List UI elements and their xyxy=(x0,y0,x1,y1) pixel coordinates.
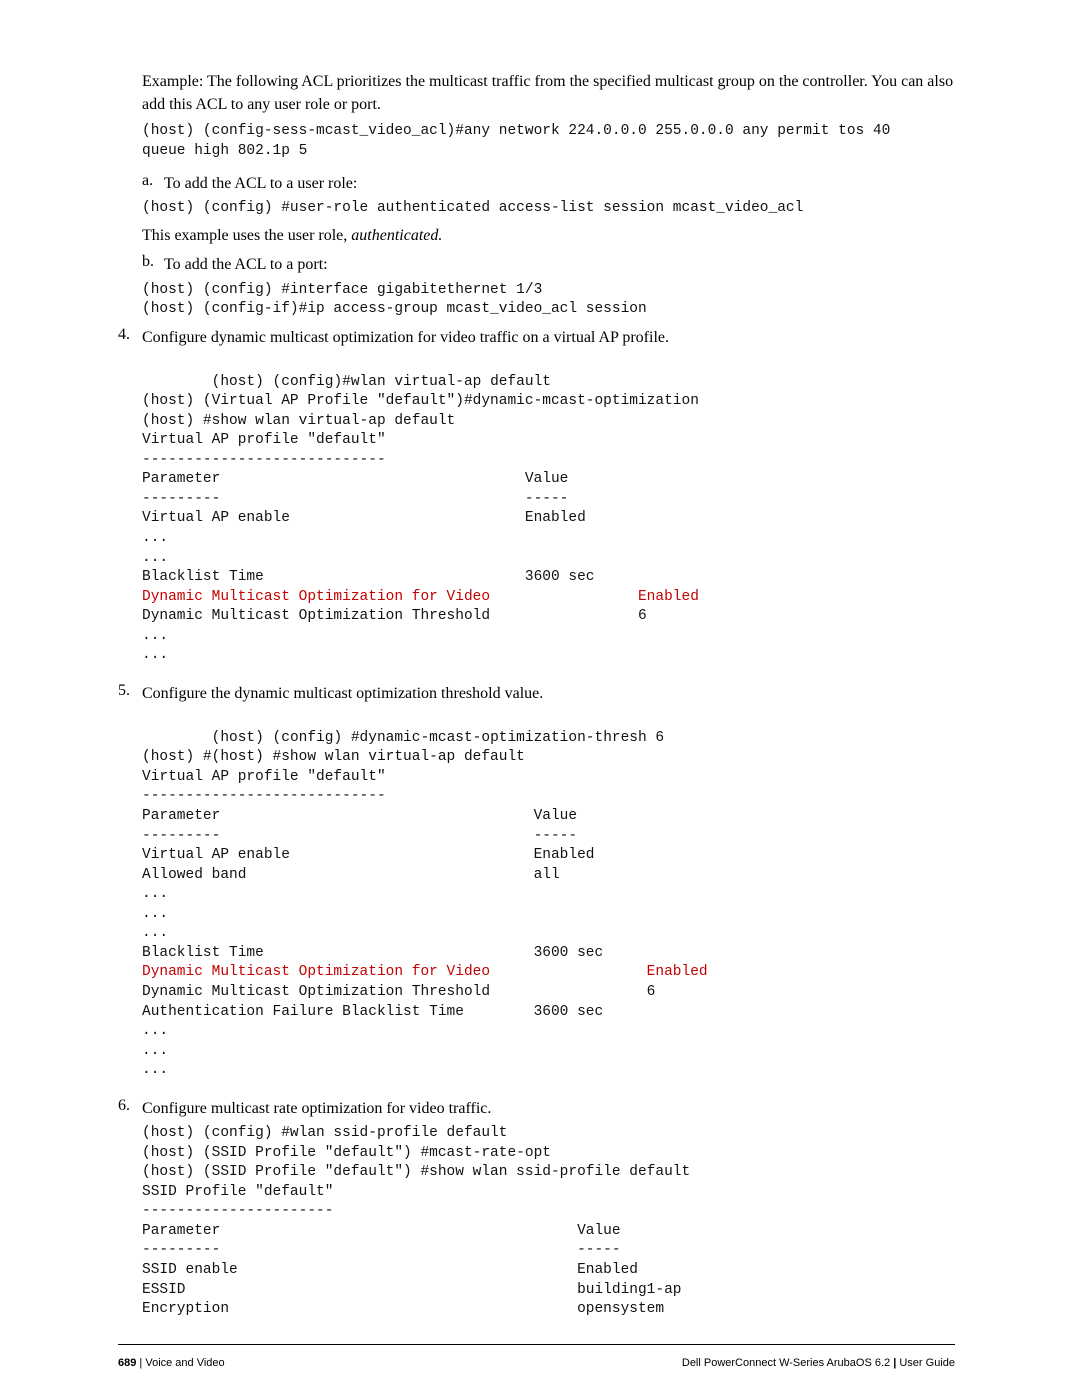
code-acl-example: (host) (config-sess-mcast_video_acl)#any… xyxy=(142,122,960,161)
step-5-code-b: Dynamic Multicast Optimization Threshold… xyxy=(142,984,655,1078)
step-6: 6. Configure multicast rate optimization… xyxy=(118,1097,960,1330)
code-user-role: (host) (config) #user-role authenticated… xyxy=(142,199,960,219)
code-port: (host) (config) #interface gigabitethern… xyxy=(142,281,960,320)
substep-a-text: To add the ACL to a user role: xyxy=(164,172,357,195)
step-4-text: Configure dynamic multicast optimization… xyxy=(142,326,960,349)
step-4-code-red: Dynamic Multicast Optimization for Video… xyxy=(142,589,699,605)
step-5-text: Configure the dynamic multicast optimiza… xyxy=(142,682,960,705)
para-authenticated: This example uses the user role, authent… xyxy=(142,224,960,247)
footer-sep1: | xyxy=(139,1357,142,1369)
step-4: 4. Configure dynamic multicast optimizat… xyxy=(118,326,960,676)
para-auth-pre: This example uses the user role, xyxy=(142,227,351,244)
substep-b: b. To add the ACL to a port: xyxy=(142,253,960,276)
step-4-code-b: Dynamic Multicast Optimization Threshold… xyxy=(142,608,647,663)
step-4-code-a: (host) (config)#wlan virtual-ap default … xyxy=(142,374,699,586)
page-footer: 689 | Voice and Video Dell PowerConnect … xyxy=(118,1357,955,1369)
step-5-code-a: (host) (config) #dynamic-mcast-optimizat… xyxy=(142,730,664,961)
footer-right: Dell PowerConnect W-Series ArubaOS 6.2 |… xyxy=(682,1357,955,1369)
para-example-intro: Example: The following ACL prioritizes t… xyxy=(142,70,960,116)
substep-a-label: a. xyxy=(142,172,164,190)
substep-a: a. To add the ACL to a user role: xyxy=(142,172,960,195)
substep-b-label: b. xyxy=(142,253,164,271)
step-5-num: 5. xyxy=(118,682,142,700)
footer-left: 689 | Voice and Video xyxy=(118,1357,225,1369)
substep-b-text: To add the ACL to a port: xyxy=(164,253,328,276)
para-auth-em: authenticated. xyxy=(351,227,442,244)
footer-page-no: 689 xyxy=(118,1357,136,1369)
document-page: Example: The following ACL prioritizes t… xyxy=(0,0,1080,1397)
step-4-num: 4. xyxy=(118,326,142,344)
step-5: 5. Configure the dynamic multicast optim… xyxy=(118,682,960,1091)
step-5-code-red: Dynamic Multicast Optimization for Video… xyxy=(142,964,708,980)
footer-sep2: | xyxy=(893,1357,896,1369)
footer-product: Dell PowerConnect W-Series ArubaOS 6.2 xyxy=(682,1357,890,1369)
footer-divider xyxy=(118,1344,955,1345)
footer-section: Voice and Video xyxy=(145,1357,224,1369)
step-6-text: Configure multicast rate optimization fo… xyxy=(142,1097,960,1120)
footer-doc: User Guide xyxy=(899,1357,955,1369)
step-6-code: (host) (config) #wlan ssid-profile defau… xyxy=(142,1124,960,1320)
step-6-num: 6. xyxy=(118,1097,142,1115)
